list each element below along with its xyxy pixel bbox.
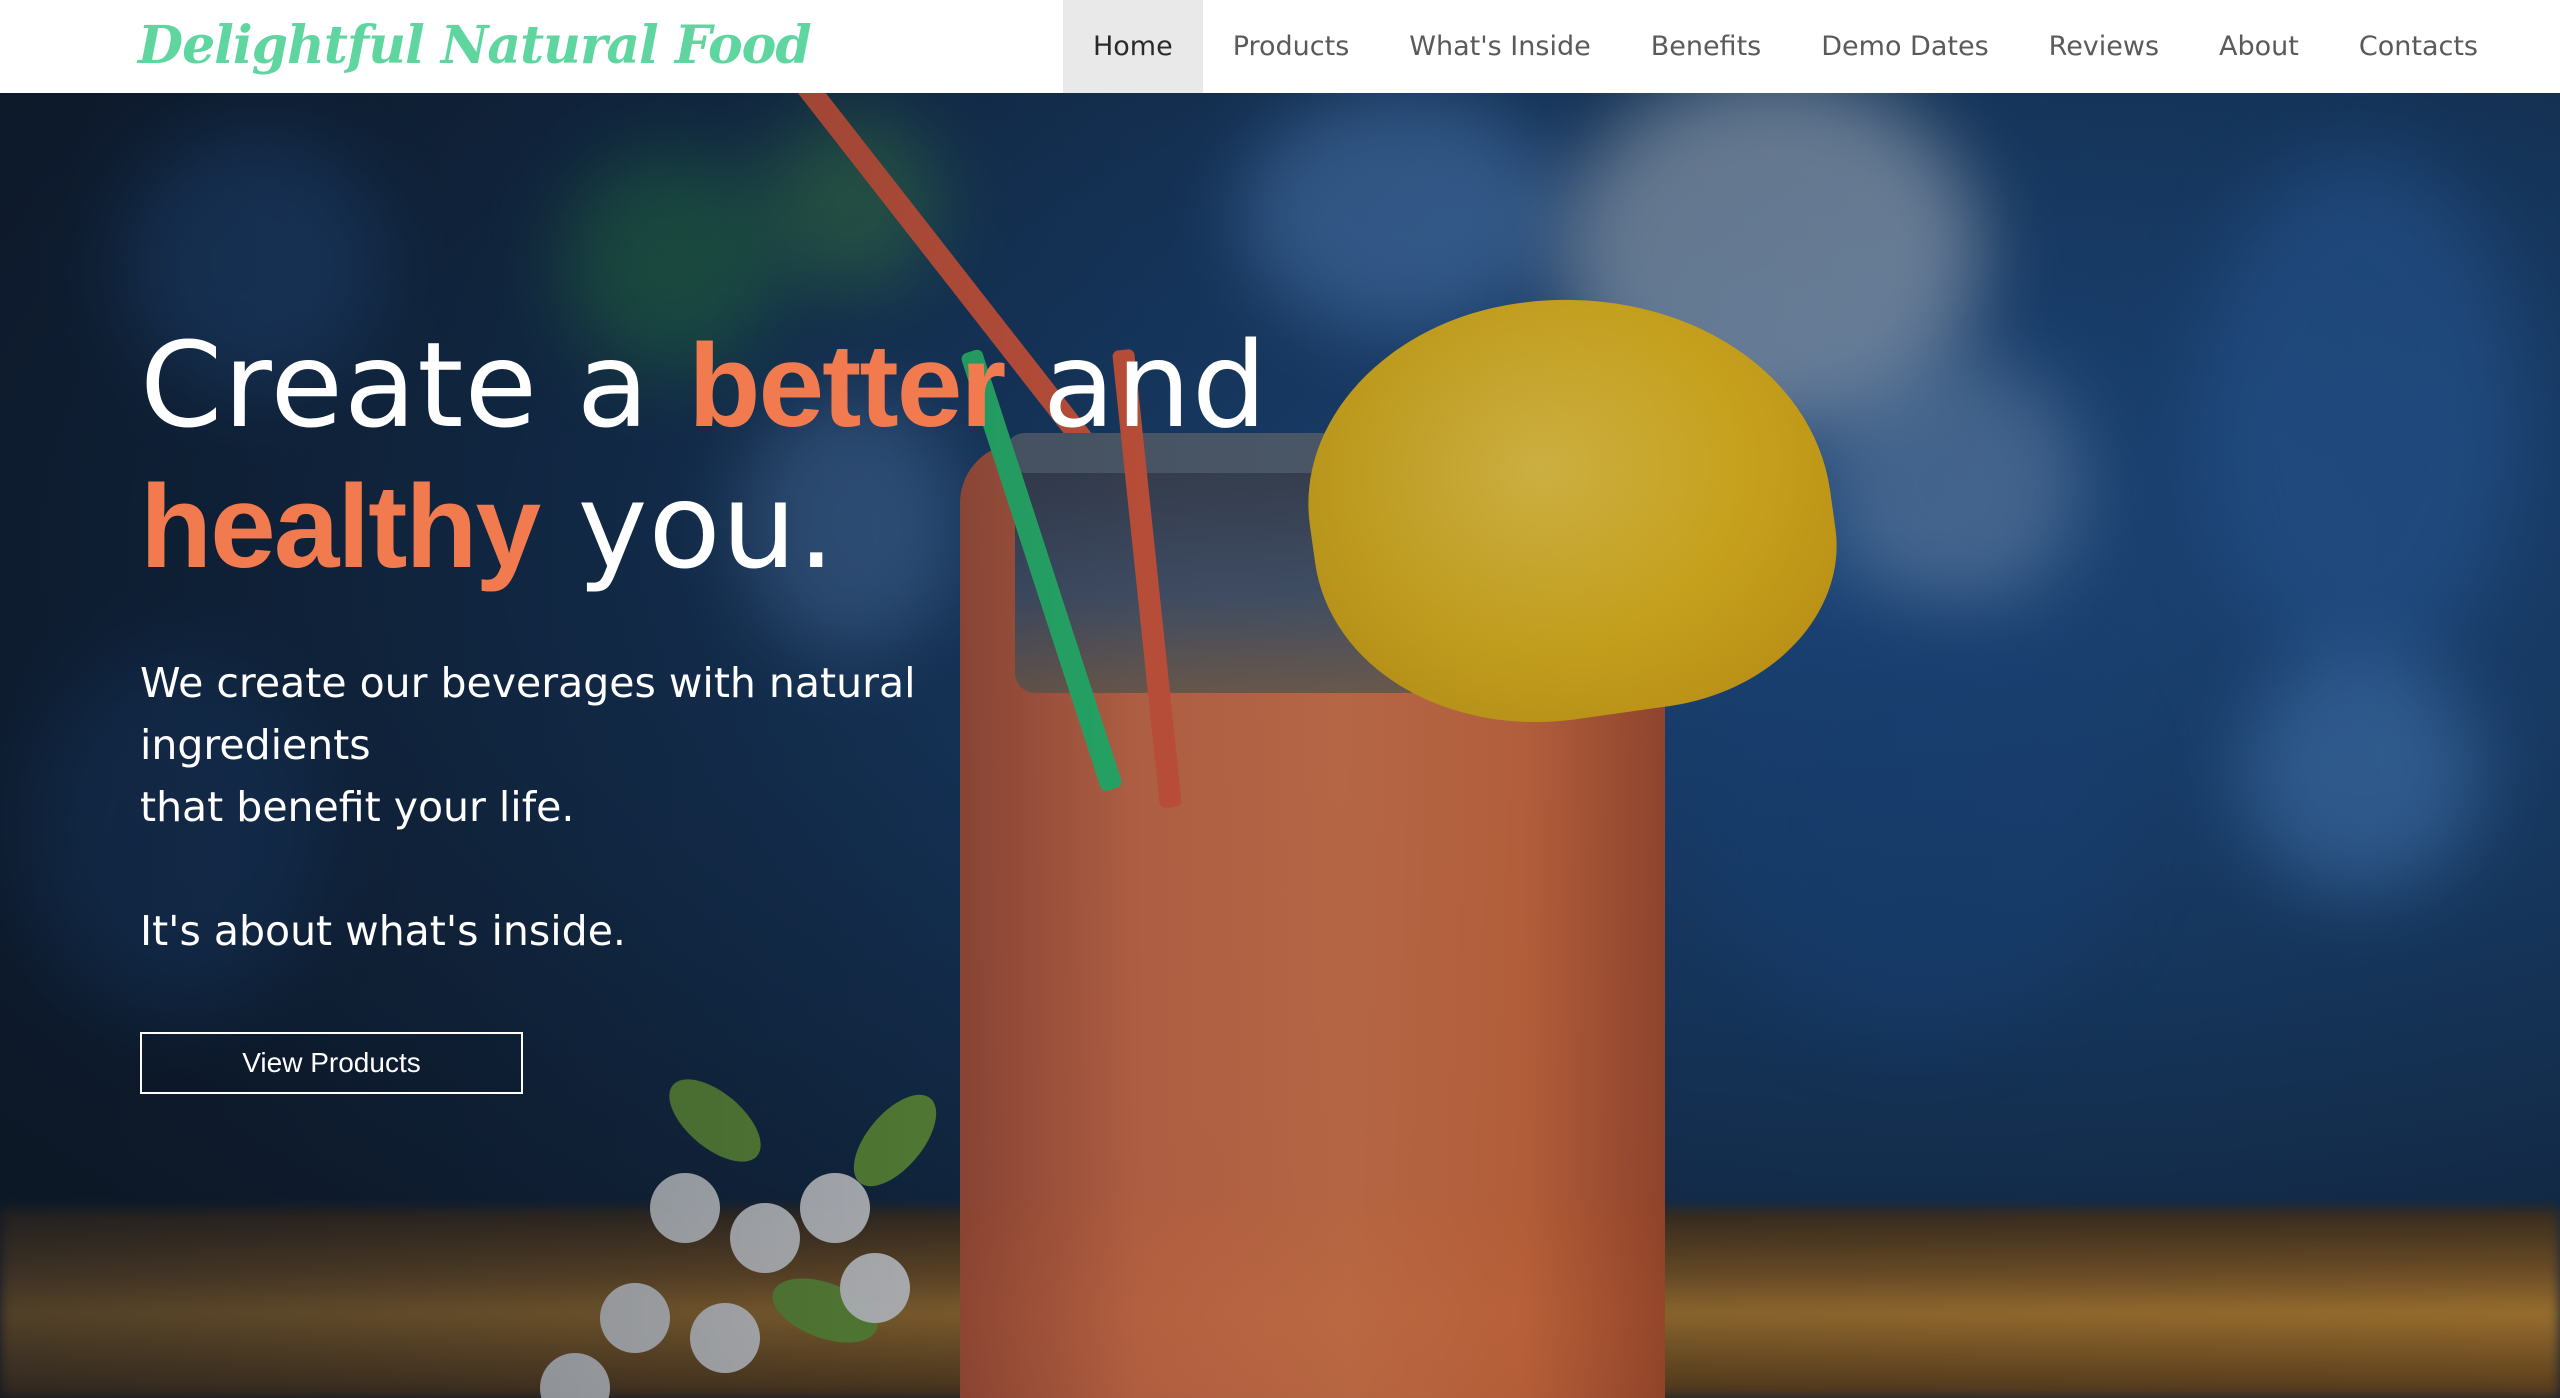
hero-headline: Create a better and healthy you. <box>140 315 1268 597</box>
nav-item-benefits[interactable]: Benefits <box>1621 0 1792 93</box>
hero-subtext: We create our beverages with natural ing… <box>140 652 1140 838</box>
headline-accent-healthy: healthy <box>140 461 541 593</box>
hero-tagline: It's about what's inside. <box>140 907 626 955</box>
brand-logo[interactable]: Delightful Natural Food <box>138 6 812 86</box>
nav-item-whats-inside[interactable]: What's Inside <box>1379 0 1620 93</box>
site-header: Delightful Natural Food Home Products Wh… <box>0 0 2560 93</box>
page: Delightful Natural Food Home Products Wh… <box>0 0 2560 1398</box>
headline-text-1: Create a <box>140 316 689 454</box>
view-products-button[interactable]: View Products <box>140 1032 523 1094</box>
headline-text-2: and <box>1004 316 1268 454</box>
nav-item-about[interactable]: About <box>2189 0 2329 93</box>
nav-item-products[interactable]: Products <box>1203 0 1380 93</box>
nav-item-home[interactable]: Home <box>1062 0 1203 93</box>
hero-subtext-line-2: that benefit your life. <box>140 783 575 831</box>
nav-item-contacts[interactable]: Contacts <box>2329 0 2508 93</box>
nav-item-reviews[interactable]: Reviews <box>2019 0 2189 93</box>
hero-subtext-line-1: We create our beverages with natural ing… <box>140 659 916 769</box>
main-nav: Home Products What's Inside Benefits Dem… <box>1062 0 2560 93</box>
headline-text-3: you. <box>539 457 836 595</box>
headline-accent-better: better <box>688 320 1006 452</box>
nav-item-demo-dates[interactable]: Demo Dates <box>1791 0 2018 93</box>
hero-content: Create a better and healthy you. We crea… <box>140 315 1268 1094</box>
